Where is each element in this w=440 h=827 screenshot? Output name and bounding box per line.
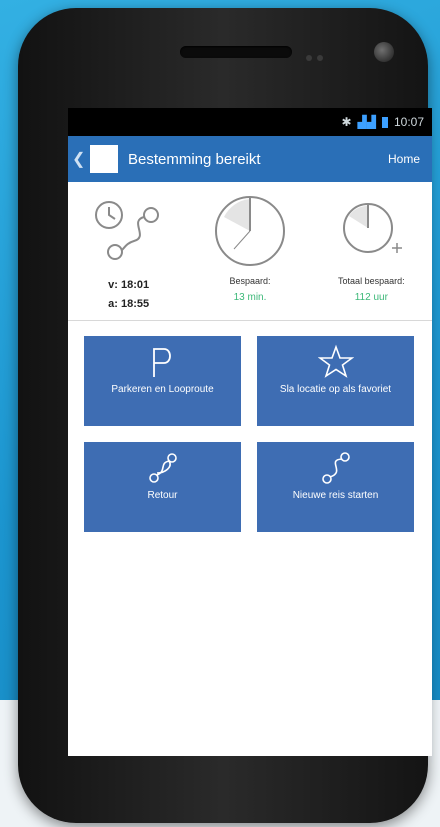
total-saved-label: Totaal bespaard:	[338, 276, 405, 286]
page-title: Bestemming bereikt	[128, 150, 261, 168]
status-time: 10:07	[393, 115, 424, 129]
battery-icon	[381, 116, 388, 128]
front-camera	[374, 42, 394, 62]
sensor-dots	[306, 48, 336, 61]
new-trip-label: Nieuwe reis starten	[292, 490, 379, 501]
arrival-time: a: 18:55	[108, 298, 150, 310]
home-button[interactable]: Home	[388, 152, 432, 166]
total-saved-value: 112 uur	[354, 292, 388, 303]
app-logo[interactable]	[90, 145, 118, 173]
trip-times: v: 18:01 a: 18:55	[68, 182, 189, 320]
parking-walk-button[interactable]: Parkeren en Looproute	[84, 336, 241, 426]
parking-icon	[148, 342, 178, 382]
trip-stats: v: 18:01 a: 18:55 Bespaard: 13 min. Tota…	[68, 182, 432, 321]
save-favorite-button[interactable]: Sla locatie op als favoriet	[257, 336, 414, 426]
status-bar: ✱ ▟▟ 10:07	[68, 108, 432, 136]
saved-time: Bespaard: 13 min.	[189, 182, 310, 320]
route-clock-icon	[89, 192, 169, 270]
return-route-icon	[145, 448, 181, 488]
total-saved: Totaal bespaard: 112 uur	[311, 182, 432, 320]
departure-time: v: 18:01	[108, 279, 150, 291]
star-icon	[317, 342, 354, 382]
stopwatch-icon	[212, 192, 288, 270]
signal-icon: ▟▟	[357, 115, 376, 129]
parking-walk-label: Parkeren en Looproute	[111, 384, 214, 395]
stopwatch-plus-icon	[336, 192, 406, 270]
save-favorite-label: Sla locatie op als favoriet	[279, 384, 392, 395]
return-button[interactable]: Retour	[84, 442, 241, 532]
new-route-icon	[318, 448, 354, 488]
app-bar: ❮ Bestemming bereikt Home	[68, 136, 432, 182]
action-grid: Parkeren en Looproute Sla locatie op als…	[68, 321, 432, 532]
screen: ✱ ▟▟ 10:07 ❮ Bestemming bereikt Home v: …	[68, 108, 432, 756]
new-trip-button[interactable]: Nieuwe reis starten	[257, 442, 414, 532]
phone-frame: ✱ ▟▟ 10:07 ❮ Bestemming bereikt Home v: …	[18, 8, 432, 823]
return-label: Retour	[147, 490, 178, 501]
back-icon[interactable]: ❮	[68, 149, 90, 169]
bluetooth-icon: ✱	[341, 115, 352, 129]
saved-value: 13 min.	[233, 292, 267, 303]
saved-label: Bespaard:	[229, 276, 271, 286]
speaker-grille	[180, 46, 292, 58]
